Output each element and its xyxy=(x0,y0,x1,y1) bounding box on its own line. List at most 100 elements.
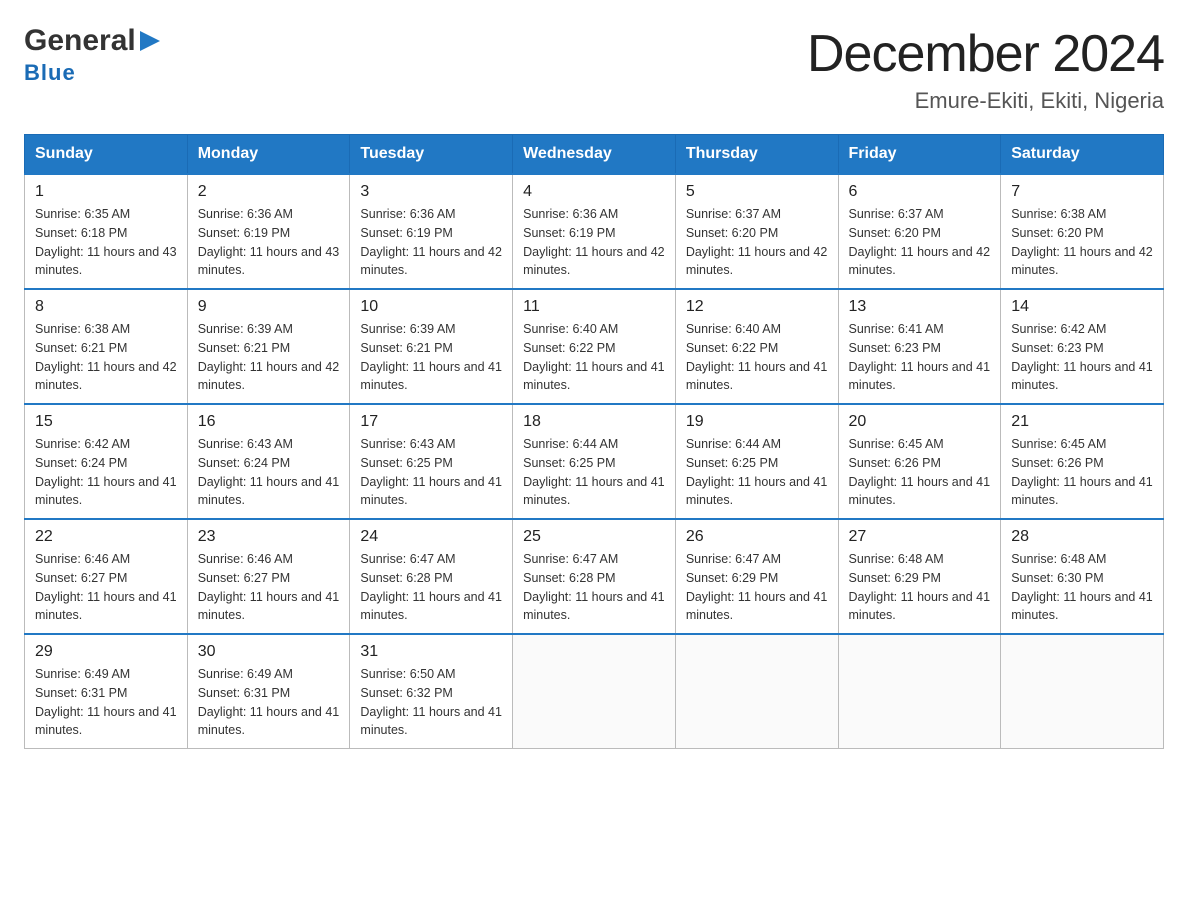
day-info: Sunrise: 6:47 AMSunset: 6:28 PMDaylight:… xyxy=(360,550,502,625)
day-info: Sunrise: 6:40 AMSunset: 6:22 PMDaylight:… xyxy=(523,320,665,395)
day-info: Sunrise: 6:36 AMSunset: 6:19 PMDaylight:… xyxy=(360,205,502,280)
day-number: 2 xyxy=(198,183,340,201)
calendar-cell: 24 Sunrise: 6:47 AMSunset: 6:28 PMDayligh… xyxy=(350,519,513,634)
calendar-cell: 19 Sunrise: 6:44 AMSunset: 6:25 PMDayligh… xyxy=(675,404,838,519)
day-info: Sunrise: 6:37 AMSunset: 6:20 PMDaylight:… xyxy=(849,205,991,280)
day-number: 30 xyxy=(198,643,340,661)
day-number: 27 xyxy=(849,528,991,546)
calendar-title: December 2024 xyxy=(807,24,1164,84)
day-number: 19 xyxy=(686,413,828,431)
day-info: Sunrise: 6:40 AMSunset: 6:22 PMDaylight:… xyxy=(686,320,828,395)
day-info: Sunrise: 6:41 AMSunset: 6:23 PMDaylight:… xyxy=(849,320,991,395)
calendar-cell: 26 Sunrise: 6:47 AMSunset: 6:29 PMDayligh… xyxy=(675,519,838,634)
day-info: Sunrise: 6:47 AMSunset: 6:28 PMDaylight:… xyxy=(523,550,665,625)
calendar-cell: 30Sunrise: 6:49 AMSunset: 6:31 PMDayligh… xyxy=(187,634,350,749)
day-info: Sunrise: 6:44 AMSunset: 6:25 PMDaylight:… xyxy=(686,435,828,510)
calendar-week-row: 29 Sunrise: 6:49 AMSunset: 6:31 PMDayligh… xyxy=(25,634,1164,749)
day-info: Sunrise: 6:43 AMSunset: 6:24 PMDaylight:… xyxy=(198,435,340,510)
title-area: December 2024 Emure-Ekiti, Ekiti, Nigeri… xyxy=(807,24,1164,114)
calendar-cell: 6 Sunrise: 6:37 AMSunset: 6:20 PMDaylight… xyxy=(838,174,1001,289)
day-info: Sunrise: 6:38 AMSunset: 6:21 PMDaylight:… xyxy=(35,320,177,395)
day-info: Sunrise: 6:45 AMSunset: 6:26 PMDaylight:… xyxy=(849,435,991,510)
day-info: Sunrise: 6:46 AMSunset: 6:27 PMDaylight:… xyxy=(35,550,177,625)
page-header: General Blue December 2024 Emure-Ekiti, … xyxy=(24,24,1164,114)
day-info: Sunrise: 6:37 AMSunset: 6:20 PMDaylight:… xyxy=(686,205,828,280)
calendar-cell: 15 Sunrise: 6:42 AMSunset: 6:24 PMDayligh… xyxy=(25,404,188,519)
day-info: Sunrise: 6:49 AMSunset: 6:31 PMDaylight:… xyxy=(35,665,177,740)
calendar-cell: 25 Sunrise: 6:47 AMSunset: 6:28 PMDayligh… xyxy=(513,519,676,634)
day-number: 29 xyxy=(35,643,177,661)
day-number: 31 xyxy=(360,643,502,661)
weekday-header-thursday: Thursday xyxy=(675,135,838,175)
calendar-cell: 3 Sunrise: 6:36 AMSunset: 6:19 PMDaylight… xyxy=(350,174,513,289)
day-info: Sunrise: 6:42 AMSunset: 6:24 PMDaylight:… xyxy=(35,435,177,510)
calendar-cell xyxy=(1001,634,1164,749)
day-info: Sunrise: 6:44 AMSunset: 6:25 PMDaylight:… xyxy=(523,435,665,510)
day-number: 21 xyxy=(1011,413,1153,431)
calendar-cell: 12Sunrise: 6:40 AMSunset: 6:22 PMDayligh… xyxy=(675,289,838,404)
calendar-cell: 8 Sunrise: 6:38 AMSunset: 6:21 PMDaylight… xyxy=(25,289,188,404)
day-info: Sunrise: 6:46 AMSunset: 6:27 PMDaylight:… xyxy=(198,550,340,625)
calendar-cell: 17 Sunrise: 6:43 AMSunset: 6:25 PMDayligh… xyxy=(350,404,513,519)
day-info: Sunrise: 6:48 AMSunset: 6:30 PMDaylight:… xyxy=(1011,550,1153,625)
calendar-cell: 1 Sunrise: 6:35 AMSunset: 6:18 PMDaylight… xyxy=(25,174,188,289)
day-info: Sunrise: 6:36 AMSunset: 6:19 PMDaylight:… xyxy=(198,205,340,280)
calendar-cell: 2 Sunrise: 6:36 AMSunset: 6:19 PMDaylight… xyxy=(187,174,350,289)
calendar-cell xyxy=(838,634,1001,749)
day-number: 14 xyxy=(1011,298,1153,316)
calendar-cell: 22 Sunrise: 6:46 AMSunset: 6:27 PMDayligh… xyxy=(25,519,188,634)
day-number: 7 xyxy=(1011,183,1153,201)
day-number: 17 xyxy=(360,413,502,431)
day-number: 15 xyxy=(35,413,177,431)
calendar-table: SundayMondayTuesdayWednesdayThursdayFrid… xyxy=(24,134,1164,749)
calendar-cell: 7 Sunrise: 6:38 AMSunset: 6:20 PMDaylight… xyxy=(1001,174,1164,289)
day-info: Sunrise: 6:39 AMSunset: 6:21 PMDaylight:… xyxy=(360,320,502,395)
day-number: 10 xyxy=(360,298,502,316)
day-number: 23 xyxy=(198,528,340,546)
logo-arrow-icon xyxy=(138,27,166,55)
weekday-header-row: SundayMondayTuesdayWednesdayThursdayFrid… xyxy=(25,135,1164,175)
weekday-header-saturday: Saturday xyxy=(1001,135,1164,175)
day-number: 28 xyxy=(1011,528,1153,546)
day-number: 18 xyxy=(523,413,665,431)
calendar-cell: 16Sunrise: 6:43 AMSunset: 6:24 PMDayligh… xyxy=(187,404,350,519)
weekday-header-wednesday: Wednesday xyxy=(513,135,676,175)
day-number: 8 xyxy=(35,298,177,316)
day-number: 1 xyxy=(35,183,177,201)
calendar-cell: 28 Sunrise: 6:48 AMSunset: 6:30 PMDayligh… xyxy=(1001,519,1164,634)
calendar-week-row: 8 Sunrise: 6:38 AMSunset: 6:21 PMDaylight… xyxy=(25,289,1164,404)
day-number: 13 xyxy=(849,298,991,316)
day-info: Sunrise: 6:47 AMSunset: 6:29 PMDaylight:… xyxy=(686,550,828,625)
day-number: 11 xyxy=(523,298,665,316)
day-info: Sunrise: 6:42 AMSunset: 6:23 PMDaylight:… xyxy=(1011,320,1153,395)
day-info: Sunrise: 6:45 AMSunset: 6:26 PMDaylight:… xyxy=(1011,435,1153,510)
calendar-cell: 10 Sunrise: 6:39 AMSunset: 6:21 PMDayligh… xyxy=(350,289,513,404)
day-number: 20 xyxy=(849,413,991,431)
calendar-week-row: 22 Sunrise: 6:46 AMSunset: 6:27 PMDayligh… xyxy=(25,519,1164,634)
day-number: 3 xyxy=(360,183,502,201)
calendar-cell: 14 Sunrise: 6:42 AMSunset: 6:23 PMDayligh… xyxy=(1001,289,1164,404)
weekday-header-sunday: Sunday xyxy=(25,135,188,175)
day-info: Sunrise: 6:36 AMSunset: 6:19 PMDaylight:… xyxy=(523,205,665,280)
calendar-cell: 9Sunrise: 6:39 AMSunset: 6:21 PMDaylight… xyxy=(187,289,350,404)
day-number: 4 xyxy=(523,183,665,201)
day-number: 22 xyxy=(35,528,177,546)
logo-general: General xyxy=(24,24,136,58)
calendar-cell: 11 Sunrise: 6:40 AMSunset: 6:22 PMDayligh… xyxy=(513,289,676,404)
day-info: Sunrise: 6:38 AMSunset: 6:20 PMDaylight:… xyxy=(1011,205,1153,280)
calendar-cell xyxy=(513,634,676,749)
calendar-week-row: 15 Sunrise: 6:42 AMSunset: 6:24 PMDayligh… xyxy=(25,404,1164,519)
day-number: 24 xyxy=(360,528,502,546)
weekday-header-monday: Monday xyxy=(187,135,350,175)
day-info: Sunrise: 6:43 AMSunset: 6:25 PMDaylight:… xyxy=(360,435,502,510)
day-info: Sunrise: 6:48 AMSunset: 6:29 PMDaylight:… xyxy=(849,550,991,625)
day-number: 6 xyxy=(849,183,991,201)
calendar-cell: 21 Sunrise: 6:45 AMSunset: 6:26 PMDayligh… xyxy=(1001,404,1164,519)
calendar-cell: 5Sunrise: 6:37 AMSunset: 6:20 PMDaylight… xyxy=(675,174,838,289)
calendar-cell xyxy=(675,634,838,749)
day-number: 25 xyxy=(523,528,665,546)
day-number: 9 xyxy=(198,298,340,316)
day-number: 26 xyxy=(686,528,828,546)
calendar-subtitle: Emure-Ekiti, Ekiti, Nigeria xyxy=(807,88,1164,114)
day-info: Sunrise: 6:35 AMSunset: 6:18 PMDaylight:… xyxy=(35,205,177,280)
